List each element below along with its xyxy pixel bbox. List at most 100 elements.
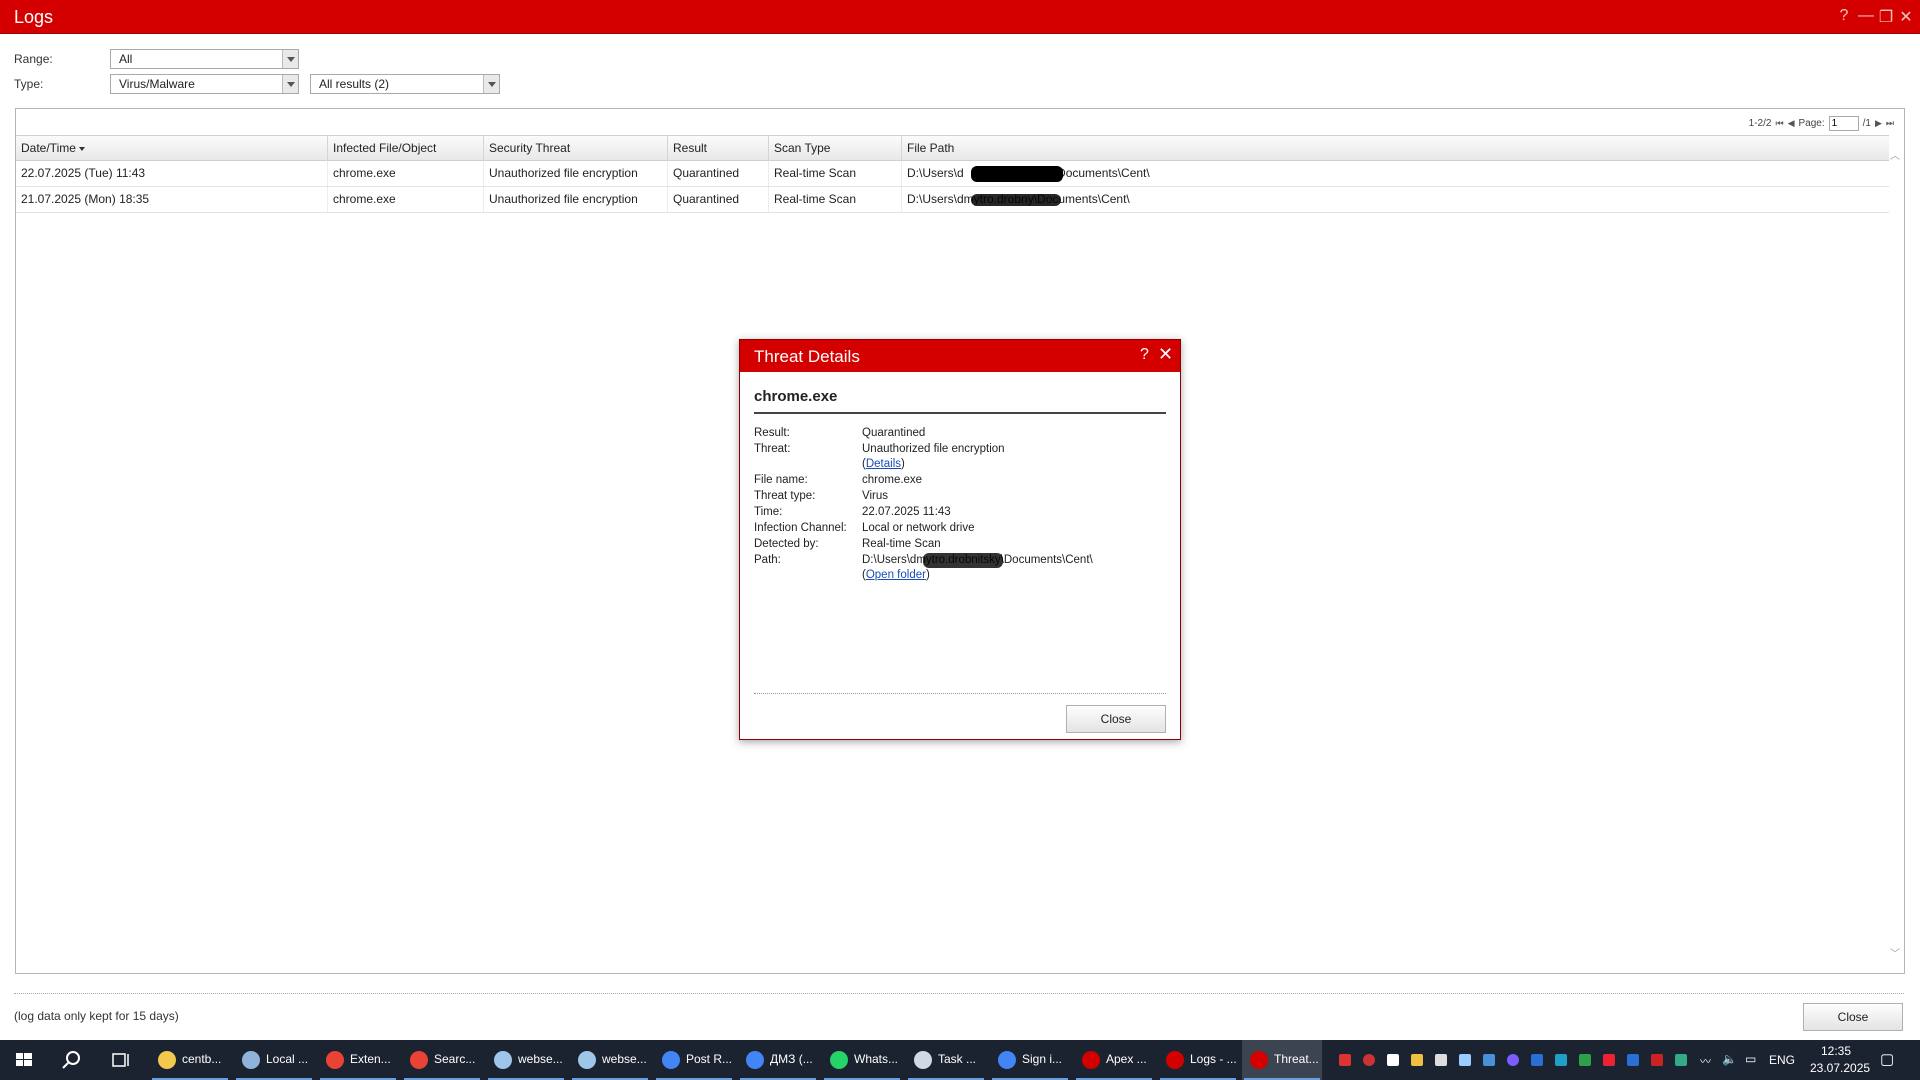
taskbar-app-button[interactable]: Sign i... bbox=[990, 1040, 1070, 1080]
shield-icon[interactable] bbox=[1555, 1054, 1567, 1066]
taskbar-app-button[interactable]: centb... bbox=[150, 1040, 230, 1080]
column-header-file-path[interactable]: File Path bbox=[902, 136, 1889, 161]
dialog-titlebar: Threat Details ? ✕ bbox=[740, 340, 1180, 372]
cell-scan-type: Real-time Scan bbox=[769, 187, 902, 212]
result-value: Quarantined bbox=[862, 427, 926, 439]
cell-file: chrome.exe bbox=[328, 161, 484, 186]
taskbar-app-button[interactable]: Exten... bbox=[318, 1040, 398, 1080]
table-row[interactable]: 22.07.2025 (Tue) 11:43 chrome.exe Unauth… bbox=[16, 161, 1889, 187]
bluetooth-icon[interactable] bbox=[1627, 1054, 1639, 1066]
device-icon[interactable] bbox=[1435, 1054, 1447, 1066]
settings-icon[interactable] bbox=[1483, 1054, 1495, 1066]
help-icon[interactable]: ? bbox=[1140, 346, 1149, 364]
start-button[interactable] bbox=[0, 1040, 48, 1080]
column-header-scan-type[interactable]: Scan Type bbox=[769, 136, 902, 161]
column-header-file[interactable]: Infected File/Object bbox=[328, 136, 484, 161]
app-icon bbox=[1250, 1051, 1268, 1069]
restore-icon[interactable]: ❐ bbox=[1876, 7, 1896, 27]
column-header-result[interactable]: Result bbox=[668, 136, 769, 161]
taskbar-app-button[interactable]: Apex ... bbox=[1074, 1040, 1154, 1080]
clock-date: 23.07.2025 bbox=[1810, 1061, 1871, 1075]
cell-result: Quarantined bbox=[668, 187, 769, 212]
search-button[interactable] bbox=[52, 1040, 92, 1080]
lock-icon[interactable] bbox=[1411, 1054, 1423, 1066]
app-icon bbox=[662, 1051, 680, 1069]
divider bbox=[754, 693, 1166, 694]
telegram-icon[interactable] bbox=[1387, 1054, 1399, 1066]
taskbar-app-button[interactable]: webse... bbox=[486, 1040, 566, 1080]
battery-icon[interactable]: ▭ bbox=[1745, 1052, 1756, 1066]
volume-icon[interactable]: 🔈 bbox=[1722, 1052, 1737, 1066]
language-indicator[interactable]: ENG bbox=[1769, 1053, 1795, 1067]
chevron-down-icon bbox=[483, 75, 499, 93]
notification-icon[interactable]: ▢ bbox=[1880, 1050, 1894, 1068]
folder-sync-icon[interactable] bbox=[1579, 1054, 1591, 1066]
app-icon bbox=[914, 1051, 932, 1069]
range-select[interactable]: All bbox=[110, 49, 299, 69]
viber-icon[interactable] bbox=[1507, 1054, 1519, 1066]
results-select[interactable]: All results (2) bbox=[310, 74, 500, 94]
taskbar-app-button[interactable]: Task ... bbox=[906, 1040, 986, 1080]
detected-by-label: Detected by: bbox=[754, 538, 819, 550]
scroll-up-icon[interactable]: ︿ bbox=[1890, 147, 1900, 162]
windows-icon bbox=[16, 1053, 32, 1066]
wifi-icon[interactable]: 〰 bbox=[1700, 1053, 1711, 1069]
channel-value: Local or network drive bbox=[862, 522, 975, 534]
close-button[interactable]: Close bbox=[1803, 1003, 1903, 1031]
last-page-icon[interactable]: ⏭ bbox=[1886, 118, 1894, 129]
column-header-threat[interactable]: Security Threat bbox=[484, 136, 668, 161]
tray-app-icon[interactable] bbox=[1339, 1054, 1351, 1066]
taskbar-app-button[interactable]: Logs - ... bbox=[1158, 1040, 1238, 1080]
type-select-value: Virus/Malware bbox=[119, 77, 195, 91]
open-folder-link-wrap: (Open folder) bbox=[862, 569, 930, 581]
threat-value: Unauthorized file encryption bbox=[862, 443, 1005, 455]
close-icon[interactable]: ✕ bbox=[1158, 344, 1173, 365]
app-badge-icon[interactable] bbox=[1603, 1054, 1615, 1066]
minimize-icon[interactable]: — bbox=[1856, 7, 1876, 25]
taskbar-app-button[interactable]: Post R... bbox=[654, 1040, 734, 1080]
taskbar-app-label: webse... bbox=[602, 1052, 647, 1066]
taskbar-app-label: Sign i... bbox=[1022, 1052, 1063, 1066]
details-link-wrap: (Details) bbox=[862, 458, 905, 470]
taskbar-app-button[interactable]: webse... bbox=[570, 1040, 650, 1080]
next-page-icon[interactable]: ▶ bbox=[1875, 118, 1882, 129]
power-icon[interactable] bbox=[1363, 1054, 1375, 1066]
dialog-close-button[interactable]: Close bbox=[1066, 705, 1166, 733]
app-icon bbox=[998, 1051, 1016, 1069]
close-window-icon[interactable]: ✕ bbox=[1896, 7, 1916, 27]
app-icon bbox=[1082, 1051, 1100, 1069]
info-icon[interactable] bbox=[1531, 1054, 1543, 1066]
column-header-datetime[interactable]: Date/Time bbox=[16, 136, 328, 161]
threat-type-value: Virus bbox=[862, 490, 888, 502]
details-link[interactable]: Details bbox=[866, 458, 901, 470]
path-start: D:\Users\d bbox=[907, 166, 964, 180]
open-folder-link[interactable]: Open folder bbox=[866, 569, 926, 581]
search-icon bbox=[62, 1051, 80, 1069]
camera-icon[interactable] bbox=[1459, 1054, 1471, 1066]
taskbar-app-button[interactable]: Local ... bbox=[234, 1040, 314, 1080]
security-icon[interactable] bbox=[1651, 1054, 1663, 1066]
threat-details-dialog: Threat Details ? ✕ chrome.exe Result: Qu… bbox=[739, 339, 1181, 740]
time-value: 22.07.2025 11:43 bbox=[862, 506, 951, 518]
dialog-title: Threat Details bbox=[754, 347, 860, 366]
task-view-button[interactable] bbox=[100, 1040, 140, 1080]
scroll-down-icon[interactable]: ﹀ bbox=[1890, 945, 1900, 960]
chevron-down-icon bbox=[282, 50, 298, 68]
table-row[interactable]: 21.07.2025 (Mon) 18:35 chrome.exe Unauth… bbox=[16, 187, 1889, 213]
redaction-mark bbox=[923, 553, 1003, 568]
detected-by-value: Real-time Scan bbox=[862, 538, 941, 550]
file-name-value: chrome.exe bbox=[862, 474, 923, 486]
prev-page-icon[interactable]: ◀ bbox=[1788, 118, 1795, 129]
results-select-value: All results (2) bbox=[319, 77, 390, 91]
range-select-value: All bbox=[119, 52, 133, 66]
taskbar-app-button[interactable]: ДМЗ (... bbox=[738, 1040, 818, 1080]
taskbar-app-button[interactable]: Threat... bbox=[1242, 1040, 1322, 1080]
help-icon[interactable]: ? bbox=[1834, 7, 1854, 25]
taskbar-app-button[interactable]: Whats... bbox=[822, 1040, 902, 1080]
network-app-icon[interactable] bbox=[1675, 1054, 1687, 1066]
first-page-icon[interactable]: ⏮ bbox=[1775, 118, 1783, 129]
type-select[interactable]: Virus/Malware bbox=[110, 74, 299, 94]
page-input[interactable] bbox=[1828, 115, 1859, 131]
cell-file: chrome.exe bbox=[328, 187, 484, 212]
taskbar-app-button[interactable]: Searc... bbox=[402, 1040, 482, 1080]
